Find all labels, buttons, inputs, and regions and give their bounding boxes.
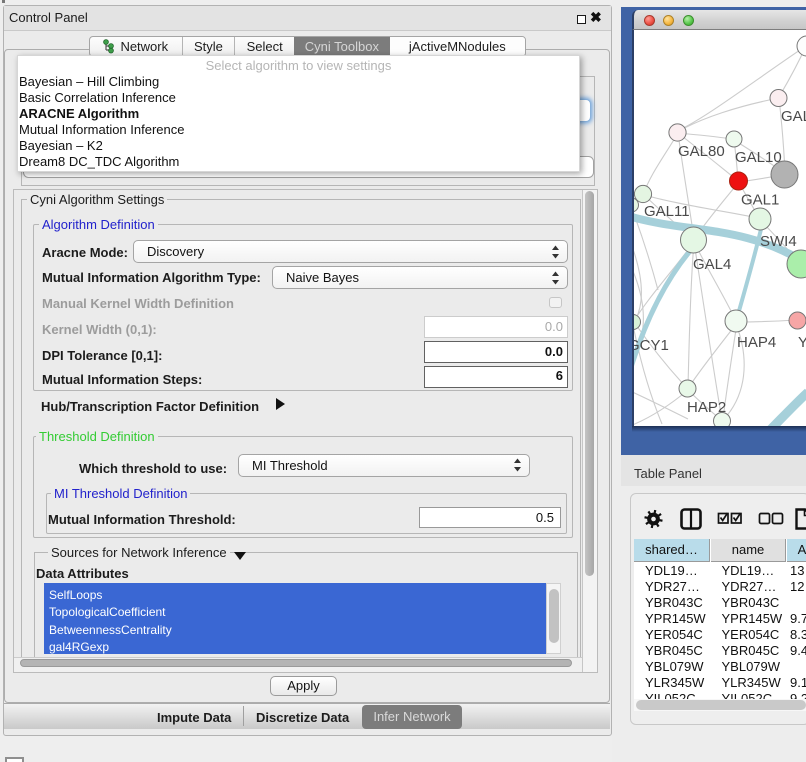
svg-text:Y: Y xyxy=(798,334,806,351)
svg-text:GAL1: GAL1 xyxy=(741,192,779,209)
svg-text:GAL2: GAL2 xyxy=(781,108,806,125)
svg-text:HAP2: HAP2 xyxy=(687,399,726,416)
svg-text:SWI4: SWI4 xyxy=(760,233,797,250)
svg-text:GCY1: GCY1 xyxy=(634,337,669,354)
svg-text:GAL4: GAL4 xyxy=(693,256,731,273)
svg-text:GAL80: GAL80 xyxy=(678,143,725,160)
svg-text:GAL11: GAL11 xyxy=(644,203,690,220)
svg-text:HAP4: HAP4 xyxy=(737,334,776,351)
svg-text:GAL10: GAL10 xyxy=(735,149,782,166)
